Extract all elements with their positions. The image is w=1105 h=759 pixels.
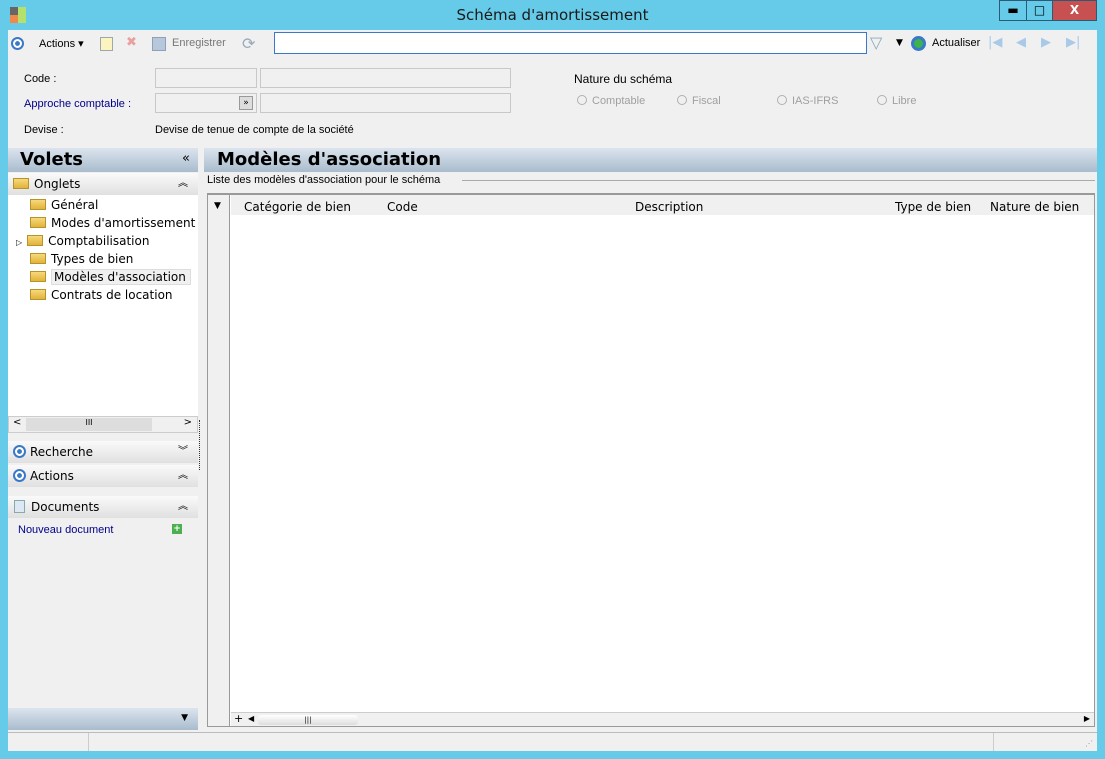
- save-button[interactable]: Enregistrer: [172, 37, 226, 49]
- tabs-section-label: Onglets: [34, 177, 81, 191]
- actions-icon: [11, 37, 24, 50]
- collapse-icon[interactable]: ︽: [178, 173, 188, 195]
- search-section-header[interactable]: Recherche ︾: [8, 441, 198, 463]
- actions-section-icon: [13, 469, 26, 482]
- maximize-button[interactable]: □: [1026, 0, 1053, 21]
- sidebar-header: Volets «: [8, 148, 198, 172]
- documents-section-header[interactable]: Documents ︽: [8, 496, 198, 518]
- search-section-icon: [13, 445, 26, 458]
- actions-label: Actions: [39, 38, 76, 50]
- radio-ias-ifrs[interactable]: IAS-IFRS: [777, 95, 838, 107]
- status-pane-1: [8, 733, 89, 751]
- approach-label[interactable]: Approche comptable :: [24, 98, 131, 110]
- search-input[interactable]: [274, 32, 867, 54]
- code-label: Code :: [24, 73, 57, 85]
- currency-value: Devise de tenue de compte de la société: [155, 124, 354, 136]
- group-line: [462, 180, 1095, 181]
- new-document-link[interactable]: Nouveau document: [18, 524, 113, 536]
- expand-icon[interactable]: ▷: [16, 238, 22, 247]
- column-header-categorie[interactable]: Catégorie de bien: [244, 200, 351, 214]
- radio-fiscal[interactable]: Fiscal: [677, 95, 721, 107]
- group-label: Liste des modèles d'association pour le …: [207, 174, 441, 186]
- tree-item-general[interactable]: Général: [8, 196, 198, 214]
- column-chooser-icon[interactable]: ▼: [214, 201, 221, 211]
- approach-description-field[interactable]: [260, 93, 511, 113]
- search-section-label: Recherche: [30, 445, 94, 459]
- tree-item-modeles-association[interactable]: Modèles d'association: [8, 268, 198, 286]
- sidebar-footer: ▼: [8, 708, 198, 730]
- collapse-icon[interactable]: ︽: [178, 465, 188, 487]
- first-record-icon[interactable]: |◀: [988, 35, 1002, 50]
- refresh-icon[interactable]: [911, 36, 926, 51]
- filter-dropdown-icon[interactable]: ▼: [896, 38, 903, 48]
- actions-menu[interactable]: Actions ▾: [39, 37, 84, 50]
- actions-section-header[interactable]: Actions ︽: [8, 465, 198, 487]
- folder-icon: [13, 178, 29, 189]
- radio-comptable[interactable]: Comptable: [577, 95, 645, 107]
- grid-row-selector: [208, 195, 230, 726]
- tree-item-contrats-location[interactable]: Contrats de location: [8, 286, 198, 304]
- refresh-button[interactable]: Actualiser: [932, 37, 980, 49]
- currency-label: Devise :: [24, 124, 64, 136]
- scroll-left-icon[interactable]: ◀: [248, 714, 254, 723]
- column-header-type-de-bien[interactable]: Type de bien: [895, 200, 971, 214]
- tree-item-comptabilisation[interactable]: ▷ Comptabilisation: [8, 232, 198, 250]
- folder-icon: [30, 199, 46, 210]
- folder-icon: [30, 289, 46, 300]
- resize-grip-icon[interactable]: ⋰: [1085, 739, 1093, 748]
- status-pane-3: [993, 733, 994, 751]
- window-title: Schéma d'amortissement: [456, 6, 649, 24]
- collapse-sidebar-icon[interactable]: «: [182, 151, 190, 166]
- associations-grid[interactable]: [207, 193, 1095, 727]
- scroll-thumb[interactable]: |||: [258, 715, 358, 725]
- main-title: Modèles d'association: [217, 149, 442, 170]
- folder-icon: [30, 217, 46, 228]
- minimize-button[interactable]: ▬: [999, 0, 1027, 21]
- last-record-icon[interactable]: ▶|: [1066, 35, 1080, 50]
- sidebar-menu-icon[interactable]: ▼: [181, 713, 188, 723]
- expand-icon[interactable]: ︾: [178, 441, 188, 463]
- sidebar-title: Volets: [20, 149, 84, 170]
- column-header-nature-de-bien[interactable]: Nature de bien: [990, 200, 1079, 214]
- sync-icon[interactable]: ⟳: [242, 34, 255, 53]
- add-row-icon[interactable]: +: [234, 712, 243, 725]
- add-document-icon[interactable]: +: [172, 524, 182, 534]
- tabs-section-header[interactable]: Onglets ︽: [8, 173, 198, 195]
- next-record-icon[interactable]: ▶: [1041, 35, 1051, 50]
- dropdown-icon[interactable]: »: [239, 96, 253, 110]
- folder-open-icon: [30, 271, 46, 282]
- folder-icon: [27, 235, 44, 246]
- collapse-icon[interactable]: ︽: [178, 496, 188, 518]
- save-icon: [152, 37, 166, 51]
- actions-section-label: Actions: [30, 469, 74, 483]
- radio-libre[interactable]: Libre: [877, 95, 916, 107]
- code-description-field[interactable]: [260, 68, 511, 88]
- close-button[interactable]: X: [1052, 0, 1097, 21]
- main-header: Modèles d'association: [204, 148, 1097, 172]
- delete-icon[interactable]: ✖: [126, 35, 137, 50]
- filter-icon[interactable]: ▽: [870, 33, 882, 52]
- code-field[interactable]: [155, 68, 257, 88]
- splitter-handle[interactable]: [199, 420, 202, 470]
- column-header-code[interactable]: Code: [387, 200, 418, 214]
- documents-section-label: Documents: [31, 500, 100, 514]
- previous-record-icon[interactable]: ◀: [1016, 35, 1026, 50]
- grid-horizontal-scrollbar[interactable]: + ◀ ||| ▶: [231, 712, 1094, 726]
- document-icon: [14, 500, 25, 513]
- app-icon: [10, 7, 26, 23]
- nature-label: Nature du schéma: [574, 72, 673, 86]
- scroll-right-icon[interactable]: ▶: [1084, 714, 1090, 723]
- tree-item-modes-amortissement[interactable]: Modes d'amortissement app: [8, 214, 198, 232]
- folder-icon: [30, 253, 46, 264]
- status-bar: ⋰: [8, 732, 1097, 751]
- tree-horizontal-scrollbar[interactable]: < III >: [8, 416, 198, 433]
- column-header-description[interactable]: Description: [635, 200, 703, 214]
- approach-select[interactable]: »: [155, 93, 257, 113]
- new-icon[interactable]: [100, 37, 113, 51]
- tabs-tree: Général Modes d'amortissement app ▷Compt…: [8, 195, 198, 416]
- tree-item-types-de-bien[interactable]: Types de bien: [8, 250, 198, 268]
